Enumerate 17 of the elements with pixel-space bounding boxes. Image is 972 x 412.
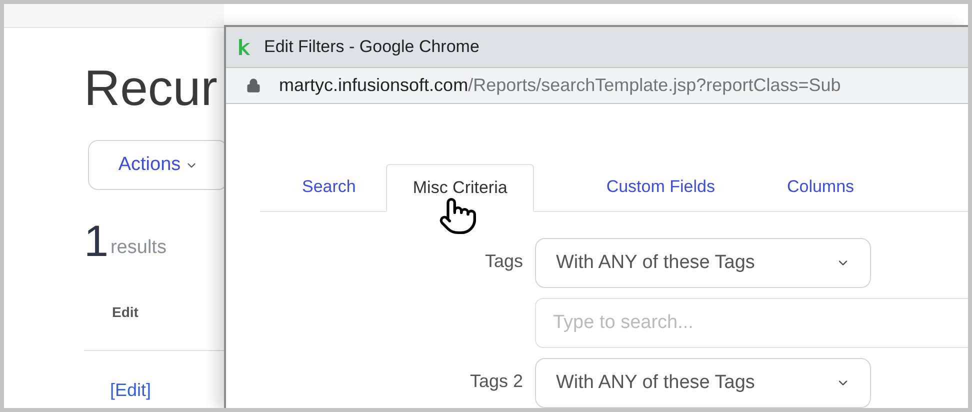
result-count: 1 — [84, 220, 108, 264]
tab[interactable]: Misc Criteria — [386, 164, 534, 212]
hand-cursor-icon — [438, 196, 478, 236]
k-logo-icon — [238, 38, 250, 55]
field-label: Tags — [484, 250, 523, 273]
select-dropdown[interactable]: With ANY of these Tags — [535, 238, 871, 288]
window-title: Edit Filters - Google Chrome — [264, 36, 480, 58]
page-title: Recur — [84, 59, 218, 118]
lock-icon — [246, 78, 261, 93]
url-path: /Reports/searchTemplate.jsp?reportClass=Sub — [468, 74, 841, 97]
select-dropdown[interactable]: With ANY of these Tags — [535, 358, 871, 408]
edit-link[interactable]: [Edit] — [110, 377, 224, 404]
field-label: Tags 2 — [470, 370, 523, 393]
url-host: martyc.infusionsoft.com — [279, 74, 468, 97]
result-label: results — [110, 236, 166, 260]
column-header: Edit — [112, 303, 140, 322]
search-field[interactable]: Type to search... — [535, 298, 968, 348]
